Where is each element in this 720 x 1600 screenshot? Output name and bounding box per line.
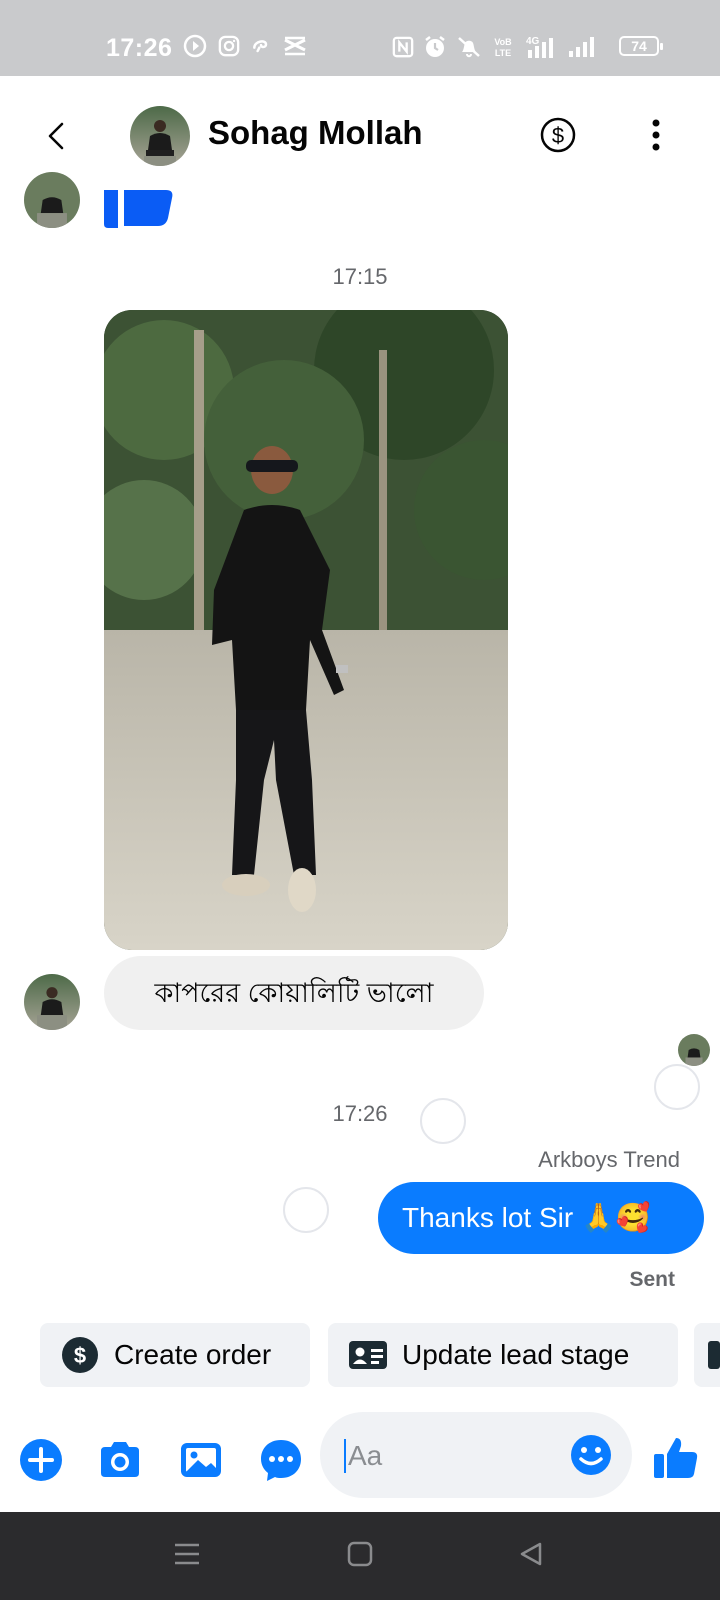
thumbs-up-icon[interactable] <box>652 1434 700 1482</box>
chat-bubble-icon[interactable] <box>258 1437 304 1483</box>
update-lead-stage-button[interactable]: Update lead stage <box>328 1323 678 1387</box>
system-nav-bar <box>0 1512 720 1600</box>
battery-icon: 74 <box>619 36 663 56</box>
sender-avatar[interactable] <box>24 974 80 1030</box>
plus-circle-icon[interactable] <box>18 1437 64 1483</box>
notification-icons <box>183 34 308 58</box>
avatar-image <box>24 974 80 1030</box>
timestamp: 17:26 <box>332 1101 388 1126</box>
dollar-circle-icon: $ <box>62 1337 98 1373</box>
seen-avatar <box>678 1034 710 1066</box>
signal-4g-icon: 4G <box>526 36 553 58</box>
instagram-icon <box>218 35 240 57</box>
gallery-icon[interactable] <box>178 1437 224 1483</box>
svg-text:$: $ <box>552 123 564 148</box>
sender-avatar[interactable] <box>24 172 80 228</box>
back-button[interactable] <box>38 116 78 156</box>
outgoing-message[interactable]: Thanks lot Sir 🙏🥰 <box>378 1182 704 1254</box>
contact-avatar[interactable] <box>130 106 190 166</box>
chat-header: Sohag Mollah $ <box>0 76 720 196</box>
menu-icon[interactable] <box>174 1542 200 1566</box>
status-bar: 17:26 VoB LTE 4G 74 <box>0 0 720 76</box>
create-order-label: Create order <box>114 1339 272 1370</box>
vertical-dots-icon[interactable] <box>644 113 668 157</box>
more-actions-chip[interactable] <box>694 1323 720 1387</box>
contact-card-icon <box>349 1341 387 1369</box>
emoji-icon[interactable] <box>570 1434 612 1476</box>
message-composer: Aa <box>0 1410 720 1510</box>
svg-text:VoB: VoB <box>494 37 512 47</box>
camera-icon[interactable] <box>97 1437 143 1483</box>
mute-icon <box>458 37 480 58</box>
contact-name[interactable]: Sohag Mollah <box>208 114 423 152</box>
svg-text:LTE: LTE <box>495 48 511 58</box>
partial-icon <box>708 1341 720 1369</box>
sender-label: Arkboys Trend <box>538 1147 680 1172</box>
avatar-image <box>130 106 190 166</box>
svg-text:$: $ <box>74 1343 86 1368</box>
message-status: Sent <box>629 1268 675 1291</box>
loading-ring <box>420 1098 466 1144</box>
swirl-icon <box>253 40 268 53</box>
play-circle-icon <box>183 34 207 58</box>
incoming-message[interactable]: কাপরের কোয়ালিটি ভালো <box>104 956 484 1030</box>
message-input[interactable]: Aa <box>320 1412 632 1498</box>
svg-text:4G: 4G <box>526 36 540 47</box>
thumbs-up-icon <box>104 190 173 228</box>
capcut-icon <box>284 36 306 56</box>
home-icon[interactable] <box>347 1541 373 1567</box>
avatar-image <box>24 172 80 228</box>
timestamp: 17:15 <box>332 264 388 289</box>
update-lead-label: Update lead stage <box>402 1339 630 1370</box>
volte-icon: VoBLTE <box>494 37 512 58</box>
system-icons: VoB LTE 4G <box>392 34 597 60</box>
signal-icon <box>569 37 594 57</box>
create-order-button[interactable]: $ Create order <box>40 1323 310 1387</box>
alarm-icon <box>425 36 445 57</box>
back-nav-icon[interactable] <box>518 1541 544 1567</box>
nfc-icon <box>392 36 414 58</box>
dollar-circle-icon[interactable]: $ <box>536 113 580 157</box>
loading-ring <box>283 1187 329 1233</box>
status-time: 17:26 <box>106 34 173 62</box>
photo-image <box>104 310 508 950</box>
message-input-placeholder: Aa <box>344 1439 382 1473</box>
shared-photo[interactable] <box>104 310 508 950</box>
